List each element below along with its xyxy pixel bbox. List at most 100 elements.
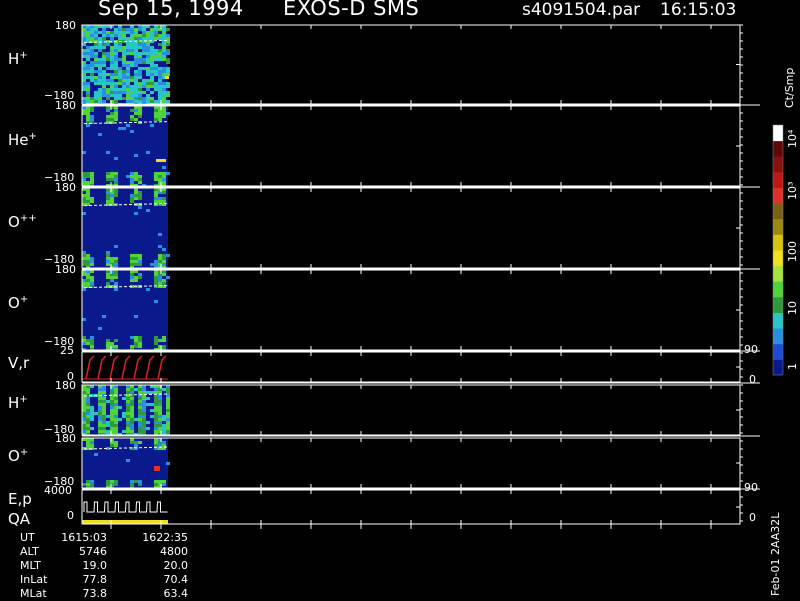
spectrogram-pixel xyxy=(150,97,154,100)
spectrogram-pixel xyxy=(138,418,142,421)
spectrogram-pixel xyxy=(130,397,134,400)
spectrogram-pixel xyxy=(114,28,118,31)
spectrogram-pixel xyxy=(110,178,114,181)
spectrogram-pixel xyxy=(110,276,114,279)
spectrogram-pixel xyxy=(118,58,122,61)
spectrogram-pixel xyxy=(90,406,94,409)
spectrogram-pixel xyxy=(114,444,118,447)
spectrogram-pixel xyxy=(166,100,170,103)
spectrogram-pixel xyxy=(98,31,102,34)
spectrogram-pixel xyxy=(134,345,138,348)
spectrogram-pixel xyxy=(102,73,106,76)
spectrogram-pixel xyxy=(114,409,118,412)
spectrogram-pixel xyxy=(150,70,154,73)
spectrogram-pixel xyxy=(138,480,142,483)
spectrogram-pixel xyxy=(130,46,134,49)
spectrogram-pixel xyxy=(90,257,94,260)
spectrogram-pixel xyxy=(82,88,86,91)
spectrogram-pixel xyxy=(118,94,122,97)
spectrogram-pixel xyxy=(142,388,146,391)
spectrogram-pixel xyxy=(130,197,134,200)
panel-frame xyxy=(81,187,741,269)
spectrogram-pixel xyxy=(138,403,142,406)
spectrogram-pixel xyxy=(162,441,166,444)
spectrogram-pixel xyxy=(150,82,154,85)
spectrogram-pixel xyxy=(130,79,134,82)
spectrogram-pixel xyxy=(114,55,118,58)
spectrogram-pixel xyxy=(134,444,138,447)
spectrogram-pixel xyxy=(130,276,134,279)
spectrogram-pixel xyxy=(162,427,166,430)
spectrogram-pixel xyxy=(122,85,126,88)
spectrogram-pixel xyxy=(122,52,126,55)
spectrogram-pixel xyxy=(166,276,170,279)
spectrogram-pixel xyxy=(106,151,110,154)
spectrogram-pixel xyxy=(110,34,114,37)
spectrogram-pixel xyxy=(82,254,86,257)
spectrogram-pixel xyxy=(154,483,158,486)
spectrogram-pixel xyxy=(130,115,134,118)
spectrogram-pixel xyxy=(82,64,86,67)
spectrogram-pixel xyxy=(86,276,90,279)
spectrogram-pixel xyxy=(86,181,90,184)
spectrogram-pixel xyxy=(138,441,142,444)
spectrogram-pixel xyxy=(142,46,146,49)
spectrogram-pixel xyxy=(110,64,114,67)
spectrogram-pixel xyxy=(130,52,134,55)
spectrogram-pixel xyxy=(114,64,118,67)
spectrogram-pixel xyxy=(134,55,138,58)
spectrogram-pixel xyxy=(154,400,158,403)
spectrogram-pixel xyxy=(166,82,170,85)
spectrogram-pixel xyxy=(166,400,170,403)
spectrogram-pixel xyxy=(130,336,134,339)
spectrogram-pixel xyxy=(110,197,114,200)
spectrogram-pixel xyxy=(146,82,150,85)
spectrogram-pixel xyxy=(134,97,138,100)
spectrogram-pixel xyxy=(150,46,154,49)
spectrogram-pixel xyxy=(114,276,118,279)
spectrogram-pixel xyxy=(86,28,90,31)
spectrogram-pixel xyxy=(86,88,90,91)
spectrogram-pixel xyxy=(98,70,102,73)
spectrogram-pixel xyxy=(162,257,166,260)
spectrogram-pixel xyxy=(138,28,142,31)
spectrogram-pixel xyxy=(102,28,106,31)
spectrogram-pixel xyxy=(86,200,90,203)
spectrogram-pixel xyxy=(98,415,102,418)
spectrogram-pixel xyxy=(142,391,146,394)
spectrogram-pixel xyxy=(90,79,94,82)
spectrogram-pixel xyxy=(98,418,102,421)
spectrogram-pixel xyxy=(166,403,170,406)
spectrogram-pixel xyxy=(158,52,162,55)
spectrogram-pixel xyxy=(138,430,142,433)
spectrogram-pixel xyxy=(154,31,158,34)
spectrogram-pixel xyxy=(162,282,166,285)
spectrogram-pixel xyxy=(114,49,118,52)
spectrogram-pixel xyxy=(90,172,94,175)
spectrogram-pixel xyxy=(166,112,170,115)
spectrogram-pixel xyxy=(106,200,110,203)
spectrogram-pixel xyxy=(130,415,134,418)
spectrogram-pixel xyxy=(162,172,166,175)
spectrogram-pixel xyxy=(106,415,110,418)
spectrogram-pixel xyxy=(134,388,138,391)
spectrogram-pixel xyxy=(110,172,114,175)
spectrogram-pixel xyxy=(126,73,130,76)
spectrogram-pixel xyxy=(98,409,102,412)
spectrogram-pixel xyxy=(98,37,102,40)
spectrogram-pixel xyxy=(158,391,162,394)
spectrogram-pixel xyxy=(162,67,166,70)
spectrogram-pixel xyxy=(86,421,90,424)
spectrogram-pixel xyxy=(134,88,138,91)
spectrogram-pixel xyxy=(106,175,110,178)
spectrogram-pixel xyxy=(118,127,122,130)
spectrogram-pixel xyxy=(146,49,150,52)
spectrogram-pixel xyxy=(146,94,150,97)
spectrogram-pixel xyxy=(110,200,114,203)
spectrogram-pixel xyxy=(110,58,114,61)
spectrogram-pixel xyxy=(102,37,106,40)
spectrogram-pixel xyxy=(142,400,146,403)
spectrogram-pixel xyxy=(122,61,126,64)
spectrogram-pixel xyxy=(154,336,158,339)
spectrogram-pixel xyxy=(126,43,130,46)
